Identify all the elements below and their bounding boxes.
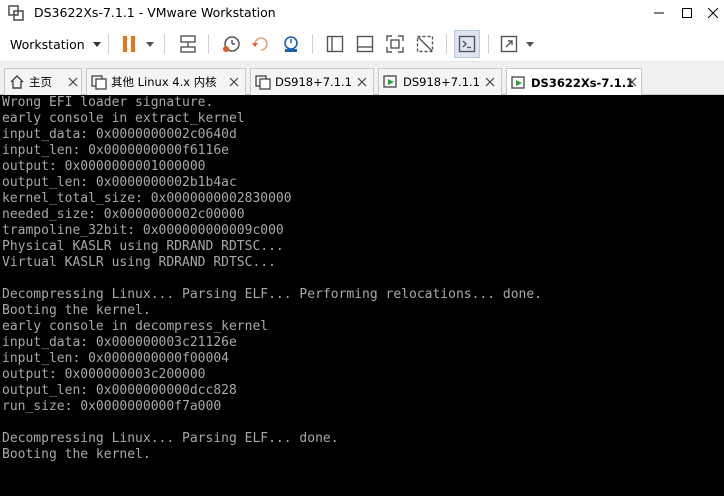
tab-label: DS918+7.1.1 (275, 75, 353, 89)
home-icon (10, 75, 24, 89)
console-line: input_len: 0x0000000000f00004 (2, 351, 229, 366)
close-icon (708, 8, 718, 18)
vmware-logo-icon (8, 5, 24, 21)
terminal-icon (458, 35, 476, 53)
vm-icon (91, 75, 107, 90)
console-line: needed_size: 0x0000000002c00000 (2, 207, 245, 222)
network-device-icon (180, 35, 196, 53)
chevron-down-icon (526, 41, 534, 47)
console-line: output: 0x0000000001000000 (2, 159, 206, 174)
close-icon[interactable] (228, 76, 240, 88)
tab-ds918-running[interactable]: DS918+7.1.1 (378, 68, 502, 95)
toolbar-separator (208, 34, 209, 54)
stretch-options-dropdown[interactable] (522, 30, 538, 58)
tab-other-linux[interactable]: 其他 Linux 4.x 内核 (86, 68, 246, 95)
close-icon[interactable] (67, 76, 79, 88)
console-line: input_data: 0x0000000002c0640d (2, 127, 237, 142)
revert-snapshot-button[interactable] (248, 30, 274, 58)
console-line: run_size: 0x0000000000f7a000 (2, 399, 222, 414)
toolbar-separator (446, 34, 447, 54)
vm-running-icon (383, 75, 397, 88)
pause-icon (123, 36, 135, 52)
console-line: trampoline_32bit: 0x000000000009c000 (2, 223, 284, 238)
snapshot-manager-icon (284, 36, 298, 52)
console-line: Decompressing Linux... Parsing ELF... Pe… (2, 287, 543, 302)
tab-label: DS918+7.1.1 (403, 75, 481, 89)
minimize-icon (654, 12, 664, 14)
chevron-down-icon (146, 41, 154, 47)
console-line: Virtual KASLR using RDRAND RDTSC... (2, 255, 276, 270)
stretch-guest-button[interactable] (496, 30, 522, 58)
vm-icon (255, 75, 271, 90)
thumbnail-bar-icon (356, 35, 374, 53)
console-view-button[interactable] (454, 30, 480, 58)
stretch-view-icon (500, 35, 518, 53)
unity-mode-button[interactable] (412, 30, 438, 58)
console-line: output_len: 0x0000000002b1b4ac (2, 175, 237, 190)
close-icon[interactable] (356, 76, 368, 88)
full-screen-button[interactable] (382, 30, 408, 58)
console-line: Booting the kernel. (2, 447, 151, 462)
close-button[interactable] (698, 0, 724, 26)
snapshot-clock-icon (223, 36, 240, 52)
console-output: Wrong EFI loader signature. early console… (2, 95, 542, 463)
console-line: input_len: 0x0000000000f6116e (2, 143, 229, 158)
workstation-menu-label: Workstation (10, 36, 85, 52)
console-line: Physical KASLR using RDRAND RDTSC... (2, 239, 284, 254)
chevron-down-icon (92, 41, 101, 47)
full-screen-icon (386, 35, 404, 53)
console-line: early console in extract_kernel (2, 111, 245, 126)
workstation-menu-button[interactable]: Workstation (6, 30, 102, 58)
close-icon[interactable] (484, 76, 496, 88)
send-ctrl-alt-del-button[interactable] (174, 30, 202, 58)
console-line: output: 0x000000003c200000 (2, 367, 206, 382)
title-bar: DS3622Xs-7.1.1 - VMware Workstation (0, 0, 724, 26)
window-title: DS3622Xs-7.1.1 - VMware Workstation (34, 5, 276, 20)
vm-tab-bar: 主页 其他 Linux 4.x 内核 DS918+7.1.1 DS918+7.1… (0, 62, 724, 96)
console-line: early console in decompress_kernel (2, 319, 269, 334)
console-line: Wrong EFI loader signature. (2, 95, 214, 110)
power-options-dropdown[interactable] (142, 30, 158, 58)
revert-snapshot-icon (252, 37, 268, 51)
minimize-button[interactable] (644, 0, 674, 26)
vm-running-icon (511, 75, 525, 89)
maximize-icon (682, 8, 692, 18)
console-line: kernel_total_size: 0x0000000002830000 (2, 191, 292, 206)
close-icon[interactable] (626, 76, 638, 88)
toolbar-separator (164, 34, 165, 54)
tab-label: DS3622Xs-7.1.1 (531, 75, 635, 90)
tab-ds918-stopped[interactable]: DS918+7.1.1 (250, 68, 374, 95)
vm-console-screen[interactable]: Wrong EFI loader signature. early console… (0, 95, 724, 496)
snapshot-manager-button[interactable] (278, 30, 304, 58)
console-line: output_len: 0x0000000000dcc828 (2, 383, 237, 398)
take-snapshot-button[interactable] (218, 30, 244, 58)
show-library-button[interactable] (322, 30, 348, 58)
main-toolbar: Workstation (0, 26, 724, 62)
tab-label: 主页 (29, 75, 52, 89)
library-panel-icon (326, 35, 344, 53)
unity-mode-disabled-icon (416, 35, 434, 53)
console-line: Decompressing Linux... Parsing ELF... do… (2, 431, 339, 446)
suspend-button[interactable] (116, 30, 142, 58)
toolbar-separator (108, 34, 109, 54)
toolbar-separator (488, 34, 489, 54)
tab-ds3622xs[interactable]: DS3622Xs-7.1.1 (506, 68, 642, 96)
show-thumbnail-bar-button[interactable] (352, 30, 378, 58)
toolbar-separator (312, 34, 313, 54)
tab-home[interactable]: 主页 (4, 68, 82, 95)
console-line: Booting the kernel. (2, 303, 151, 318)
tab-label: 其他 Linux 4.x 内核 (111, 75, 217, 89)
console-line: input_data: 0x000000003c21126e (2, 335, 237, 350)
